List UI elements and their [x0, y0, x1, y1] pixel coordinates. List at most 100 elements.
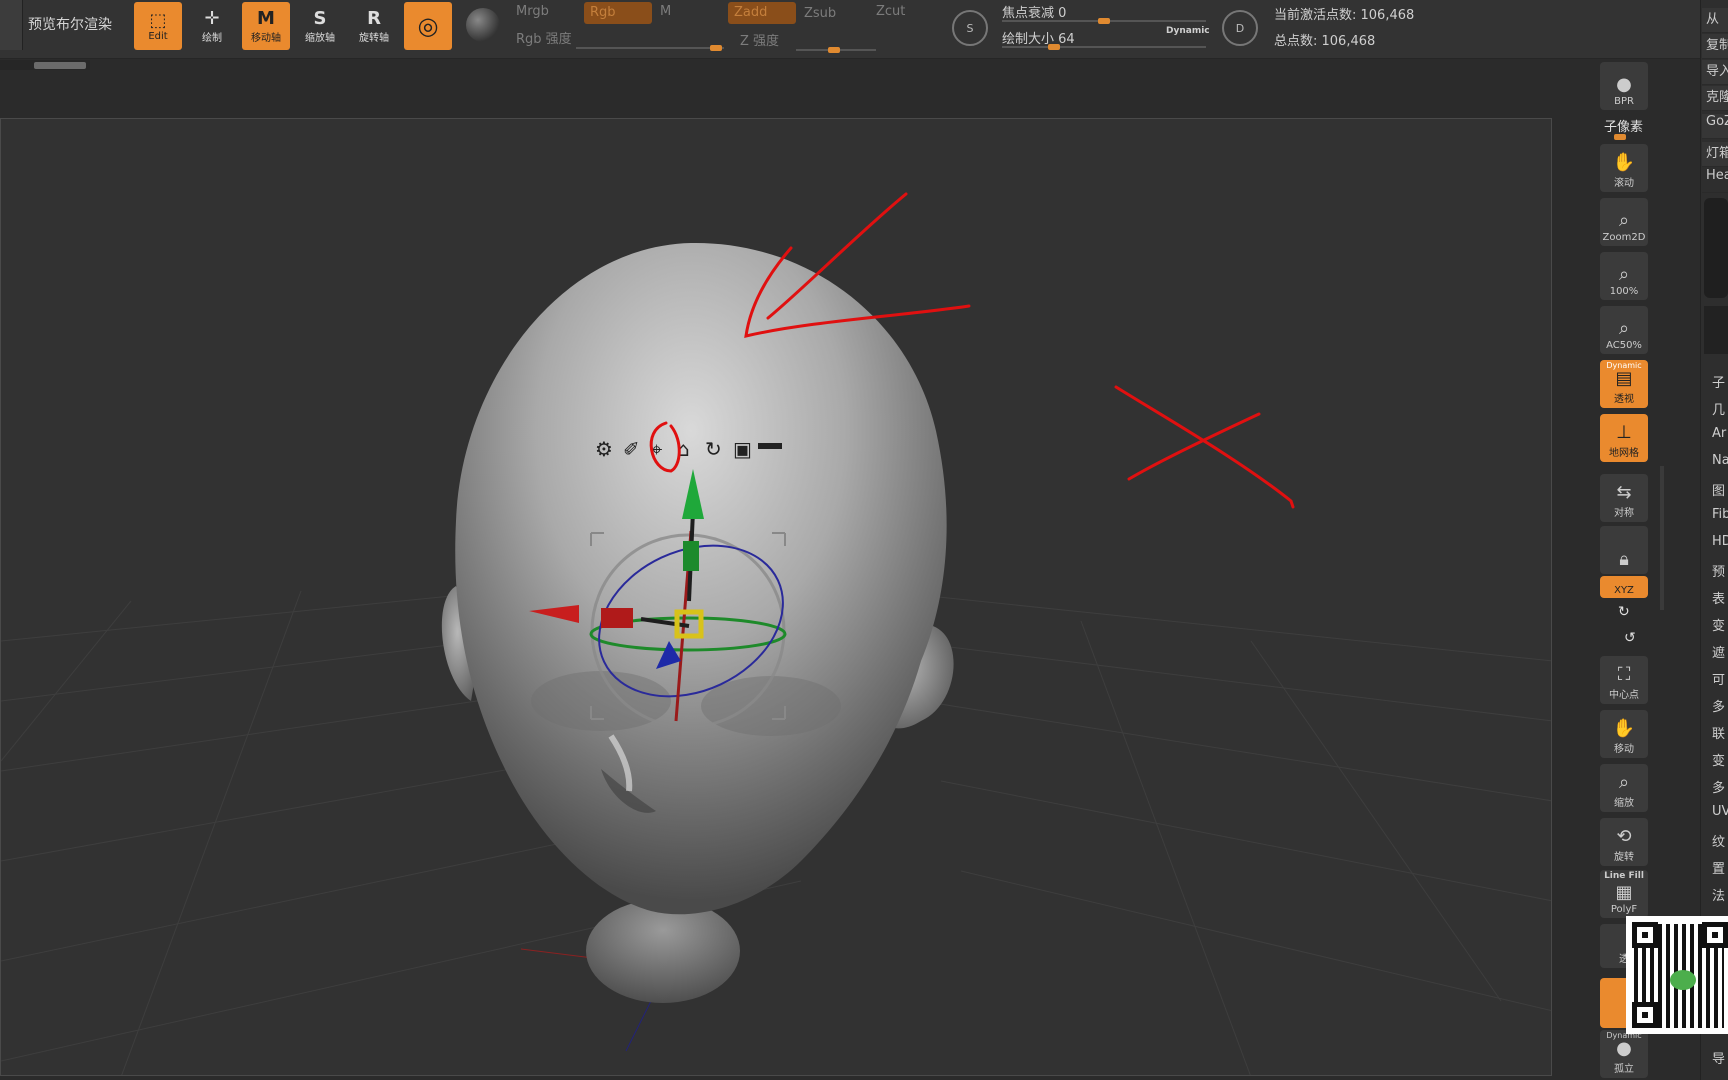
palette-list-item[interactable]: 变 — [1712, 750, 1728, 769]
qr-code-image — [1626, 916, 1728, 1034]
m-button[interactable]: M — [660, 4, 671, 19]
palette-list-item[interactable]: 法 — [1712, 885, 1728, 904]
palette-list-item[interactable]: 表 — [1712, 588, 1728, 607]
grid-icon: ▦ — [1615, 882, 1633, 903]
rgb-intensity-slider[interactable] — [576, 47, 724, 49]
view-scale-button[interactable]: ⌕ 缩放 — [1600, 764, 1648, 812]
view-move-button[interactable]: ✋ 移动 — [1600, 710, 1648, 758]
draw-button[interactable]: ✛ 绘制 — [188, 2, 236, 50]
edit-icon: ⬚ — [149, 9, 167, 31]
pin-icon[interactable]: ✐ — [623, 437, 640, 461]
center-point-button[interactable]: ⛶ 中心点 — [1600, 656, 1648, 704]
move-button[interactable]: M 移动轴 — [242, 2, 290, 50]
palette-item-4[interactable]: GoZ — [1702, 114, 1728, 139]
scale-button[interactable]: S 缩放轴 — [296, 2, 344, 50]
rgb-intensity-knob[interactable] — [710, 45, 722, 51]
solo-button[interactable]: Dynamic ● 孤立 — [1600, 1030, 1648, 1078]
magnifier-icon: ⌕ — [1618, 210, 1630, 231]
scroll-button[interactable]: ✋ 滚动 — [1600, 144, 1648, 192]
draw-size-knob[interactable] — [1048, 44, 1060, 50]
palette-list-item[interactable]: 可 — [1712, 669, 1728, 688]
palette-item-6[interactable]: Hea — [1702, 168, 1728, 193]
gear-icon[interactable]: ⚙ — [595, 437, 613, 461]
total-points-count: 总点数: 106,468 — [1274, 34, 1376, 49]
subpixel-label[interactable]: 子像素 — [1604, 116, 1643, 135]
draw-size-slider[interactable] — [1002, 46, 1206, 48]
palette-item-1[interactable]: 复制 — [1702, 34, 1728, 59]
zadd-button[interactable]: Zadd — [728, 2, 796, 24]
scale-icon: S — [313, 7, 327, 29]
floor-grid-button[interactable]: ⊥ 地网格 — [1600, 414, 1648, 462]
preview-bool-render-label[interactable]: 预览布尔渲染 — [28, 14, 112, 34]
tool-thumbnail-2[interactable] — [1704, 306, 1728, 354]
sculpt-s-button[interactable]: S — [952, 10, 988, 46]
material-sphere-icon[interactable] — [466, 8, 500, 42]
rotate-y-icon[interactable]: ↻ — [1618, 604, 1630, 620]
active-points-count: 当前激活点数: 106,468 — [1274, 8, 1415, 23]
palette-list-item[interactable]: Fib — [1712, 507, 1728, 522]
palette-list-item[interactable]: Na — [1712, 453, 1728, 468]
zsub-button[interactable]: Zsub — [804, 6, 836, 21]
horizontal-scroll-thumb[interactable] — [34, 62, 86, 69]
gizmo-button[interactable]: ◎ — [404, 2, 452, 50]
left-tab[interactable] — [0, 0, 23, 50]
palette-item-5[interactable]: 灯箱 — [1702, 142, 1728, 167]
gizmo-icon: ◎ — [417, 12, 439, 40]
zcut-button[interactable]: Zcut — [876, 4, 905, 19]
palette-item-3[interactable]: 克隆 — [1702, 86, 1728, 111]
bar-icon[interactable] — [758, 443, 782, 449]
3d-viewport[interactable]: ⚙ ✐ ⌖ ⌂ ↻ ▣ — [0, 118, 1552, 1076]
move-icon: M — [257, 7, 275, 29]
local-lock-button[interactable]: 🔒︎ — [1600, 526, 1648, 574]
symmetry-button[interactable]: ⇆ 对称 — [1600, 474, 1648, 522]
bpr-button[interactable]: ● BPR — [1600, 62, 1648, 110]
mrgb-button[interactable]: Mrgb — [516, 4, 549, 19]
zoom100-button[interactable]: ⌕ 100% — [1600, 252, 1648, 300]
polyf-button[interactable]: Line Fill ▦ PolyF — [1600, 870, 1648, 918]
palette-list-item[interactable]: 图 — [1712, 480, 1728, 499]
palette-list-item[interactable]: 导 — [1712, 1048, 1728, 1067]
head-model[interactable] — [441, 242, 954, 1003]
palette-list-item[interactable]: 多 — [1712, 696, 1728, 715]
rotate-icon: R — [367, 7, 381, 29]
perspective-icon: ▤ — [1615, 368, 1633, 389]
sculpt-d-button[interactable]: D — [1222, 10, 1258, 46]
palette-list-item[interactable]: 变 — [1712, 615, 1728, 634]
rgb-button[interactable]: Rgb — [584, 2, 652, 24]
focal-shift-knob[interactable] — [1098, 18, 1110, 24]
view-rotate-button[interactable]: ⟲ 旋转 — [1600, 818, 1648, 866]
palette-list-item[interactable]: 联 — [1712, 723, 1728, 742]
palette-list-item[interactable]: 纹 — [1712, 831, 1728, 850]
zoom2d-button[interactable]: ⌕ Zoom2D — [1600, 198, 1648, 246]
tool-thumbnail[interactable] — [1704, 198, 1728, 298]
bpr-sphere-icon: ● — [1616, 74, 1632, 95]
right-scroll-track[interactable] — [1660, 466, 1664, 610]
edit-button[interactable]: ⬚ Edit — [134, 2, 182, 50]
palette-item-2[interactable]: 导入 — [1702, 60, 1728, 85]
dynamic-toggle[interactable]: Dynamic — [1166, 26, 1210, 36]
xyz-button[interactable]: XYZ — [1600, 576, 1648, 598]
palette-item-0[interactable]: 从 — [1702, 8, 1728, 33]
z-intensity-knob[interactable] — [828, 47, 840, 53]
focal-shift-label: 焦点衰减 0 — [1002, 6, 1067, 21]
palette-list-item[interactable]: Ar — [1712, 426, 1728, 441]
ac50-button[interactable]: ⌕ AC50% — [1600, 306, 1648, 354]
rotate-z-icon[interactable]: ↺ — [1624, 630, 1636, 646]
reset-icon[interactable]: ↻ — [705, 437, 722, 461]
annotation-x-1 — [1114, 385, 1295, 509]
rotate-button[interactable]: R 旋转轴 — [350, 2, 398, 50]
palette-list-item[interactable]: 预 — [1712, 561, 1728, 580]
palette-list-item[interactable]: 置 — [1712, 858, 1728, 877]
palette-list-item[interactable]: 遮 — [1712, 642, 1728, 661]
palette-list-item[interactable]: UV — [1712, 804, 1728, 819]
neck-mesh — [586, 899, 740, 1003]
palette-list-item[interactable]: HD — [1712, 534, 1728, 549]
palette-list-item[interactable]: 子 — [1712, 372, 1728, 391]
perspective-button[interactable]: Dynamic ▤ 透视 — [1600, 360, 1648, 408]
magnifier-icon: ⌕ — [1618, 772, 1630, 793]
palette-list-item[interactable]: 几 — [1712, 399, 1728, 418]
palette-list-item[interactable]: 多 — [1712, 777, 1728, 796]
z-intensity-label: Z 强度 — [740, 34, 780, 49]
subpixel-slider-knob[interactable] — [1614, 134, 1626, 140]
lock-icon[interactable]: ▣ — [733, 437, 752, 461]
